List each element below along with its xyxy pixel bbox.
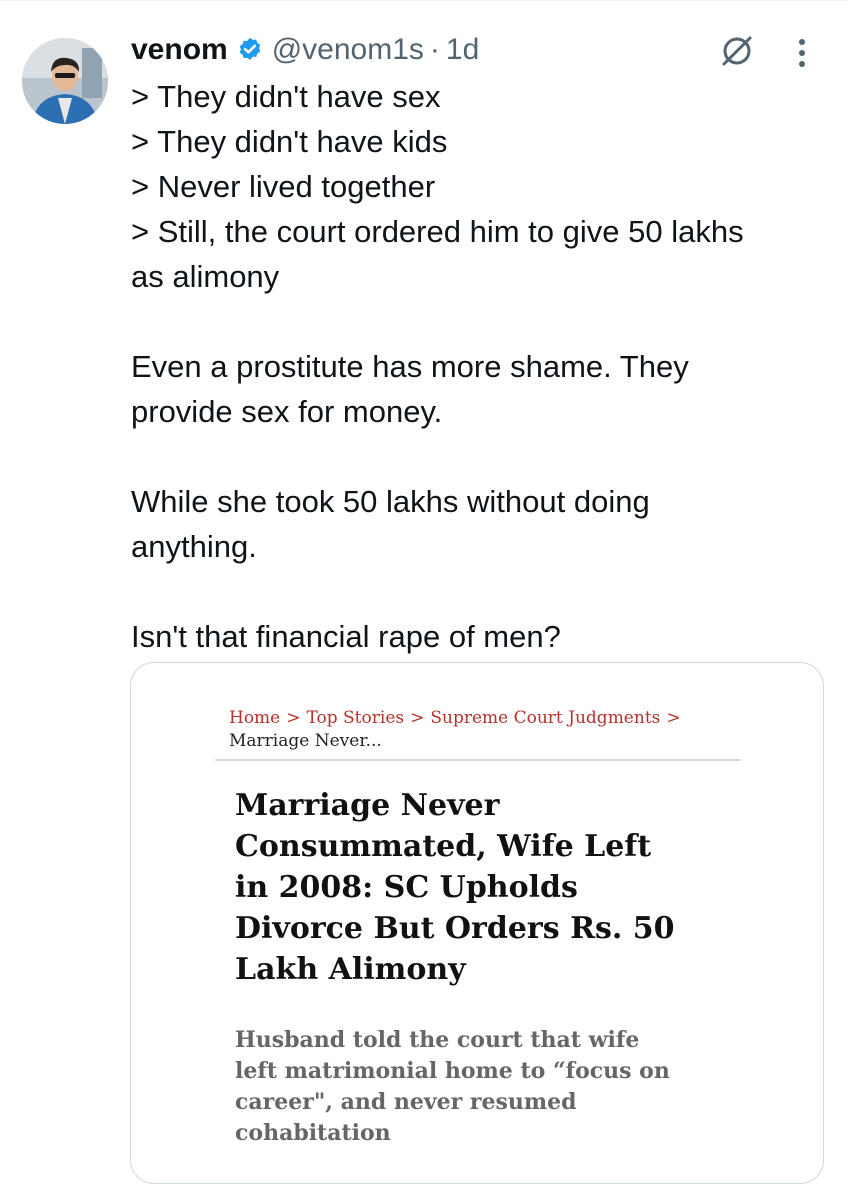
separator-dot: · — [429, 33, 440, 66]
headline-line: in 2008: SC Upholds — [235, 870, 578, 905]
tweet-line: > Never lived together — [131, 169, 436, 204]
tweet-header: venom @venom1s · 1d — [131, 28, 479, 72]
tweet-line: > They didn't have kids — [131, 124, 448, 159]
article-headline: Marriage Never Consummated, Wife Left in… — [235, 785, 715, 990]
breadcrumb-separator: > — [666, 708, 681, 728]
tweet-line: provide sex for money. — [131, 394, 443, 429]
tweet-line: Even a prostitute has more shame. They — [131, 349, 689, 384]
breadcrumb-home: Home — [229, 708, 281, 728]
more-vertical-icon[interactable] — [792, 36, 812, 70]
breadcrumb-separator: > — [410, 708, 425, 728]
breadcrumb: Home > Top Stories > Supreme Court Judgments… — [229, 707, 687, 753]
tweet-line: as alimony — [131, 259, 280, 294]
card-divider — [215, 759, 741, 761]
media-card[interactable]: Home > Top Stories > Supreme Court Judgments… — [130, 662, 824, 1184]
headline-line: Consummated, Wife Left — [235, 829, 652, 864]
article-subheadline: Husband told the court that wife left ma… — [235, 1025, 735, 1149]
tweet-line: > Still, the court ordered him to give 5… — [131, 214, 744, 249]
tweet-line: anything. — [131, 529, 257, 564]
breadcrumb-current: Marriage Never... — [229, 731, 382, 751]
top-divider — [0, 0, 848, 1]
headline-line: Marriage Never — [235, 788, 500, 823]
display-name[interactable]: venom — [131, 33, 228, 67]
breadcrumb-separator: > — [286, 708, 301, 728]
post-time[interactable]: 1d — [446, 33, 479, 67]
avatar[interactable] — [22, 38, 108, 124]
subhead-line: Husband told the court that wife — [235, 1027, 640, 1053]
avatar-photo-icon — [22, 38, 108, 124]
grok-slash-icon[interactable] — [718, 32, 756, 70]
tweet-line: > They didn't have sex — [131, 79, 441, 114]
tweet-paragraph: > They didn't have sex > They didn't hav… — [131, 74, 831, 299]
tweet-line: Isn't that financial rape of men? — [131, 619, 561, 654]
user-handle[interactable]: @venom1s — [272, 33, 424, 67]
headline-line: Lakh Alimony — [235, 952, 466, 987]
tweet-paragraph: Isn't that financial rape of men? — [131, 614, 831, 659]
tweet-line: While she took 50 lakhs without doing — [131, 484, 650, 519]
breadcrumb-sc-judgments: Supreme Court Judgments — [430, 708, 661, 728]
subhead-line: career", and never resumed — [235, 1089, 577, 1115]
subhead-line: left matrimonial home to “focus on — [235, 1058, 670, 1084]
tweet-paragraph: Even a prostitute has more shame. They p… — [131, 344, 831, 434]
headline-line: Divorce But Orders Rs. 50 — [235, 911, 675, 946]
tweet-paragraph: While she took 50 lakhs without doing an… — [131, 479, 831, 569]
tweet-text: > They didn't have sex > They didn't hav… — [131, 74, 831, 659]
breadcrumb-top-stories: Top Stories — [306, 708, 405, 728]
subhead-line: cohabitation — [235, 1120, 391, 1146]
verified-badge-icon[interactable] — [236, 36, 264, 64]
